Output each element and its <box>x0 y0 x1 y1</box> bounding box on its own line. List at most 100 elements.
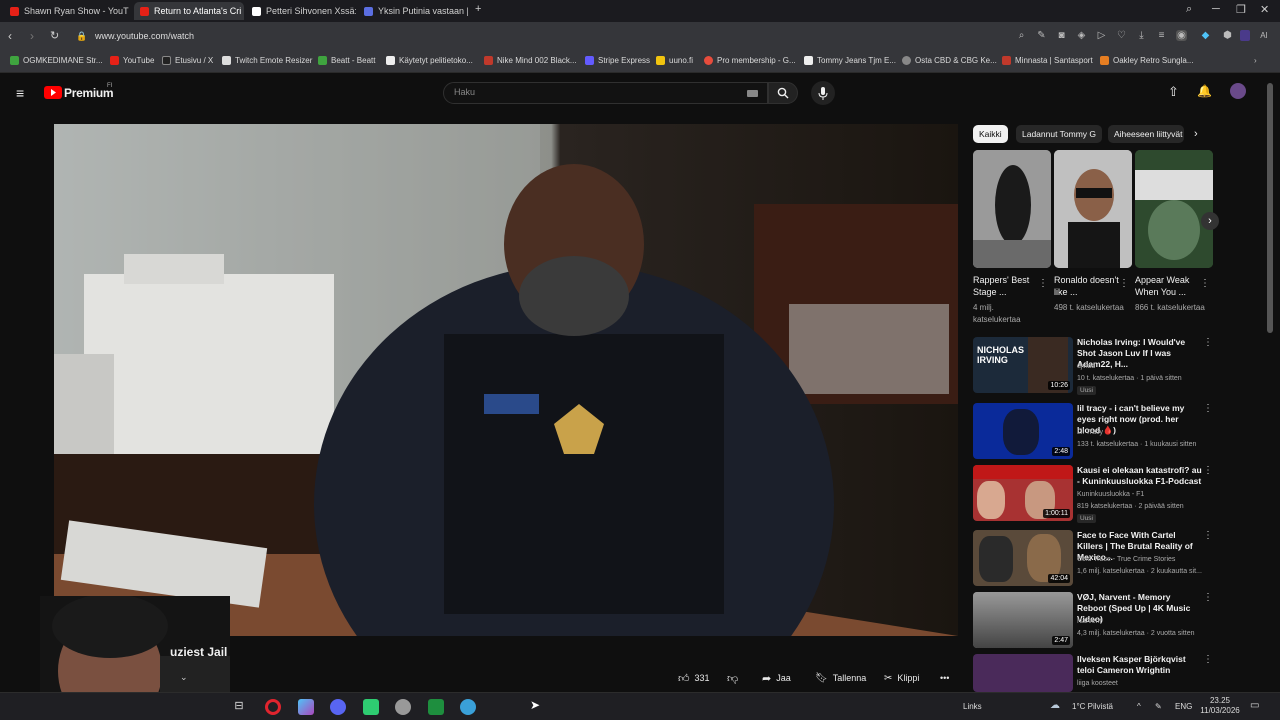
chip-uploader[interactable]: Ladannut Tommy G <box>1016 125 1103 143</box>
channel-name[interactable]: Cold Trace - True Crime Stories <box>1077 556 1175 563</box>
app-icon[interactable] <box>298 699 314 715</box>
bookmark-item[interactable]: OGMKEDIMANE Str... <box>10 56 103 65</box>
channel-name[interactable]: djvlad <box>1077 363 1095 370</box>
heart-icon[interactable]: ♡ <box>1116 30 1127 41</box>
bookmark-item[interactable]: YouTube <box>110 56 154 65</box>
bookmark-item[interactable]: Nike Mind 002 Black... <box>484 56 577 65</box>
links-toolbar[interactable]: Links <box>963 702 982 711</box>
short-title[interactable]: Rappers' Best Stage ... <box>973 274 1043 298</box>
hamburger-menu-icon[interactable]: ≡ <box>16 85 24 101</box>
camera-icon[interactable]: ◙ <box>1056 30 1067 41</box>
clip-button[interactable]: ✂ Klippi <box>884 668 919 688</box>
youtube-logo-icon[interactable] <box>44 86 62 99</box>
sidebar-icon[interactable] <box>1240 30 1250 41</box>
browser-tab[interactable]: Shawn Ryan Show - YouT <box>4 2 132 20</box>
channel-name[interactable]: Narvent <box>1077 618 1102 625</box>
short-menu-icon[interactable]: ⋮ <box>1200 278 1210 289</box>
clock[interactable]: 23.25 11/03/2026 <box>1200 696 1240 716</box>
minimize-icon[interactable]: ─ <box>1212 3 1220 15</box>
share-button[interactable]: ➦ Jaa <box>762 668 791 688</box>
store-icon[interactable] <box>428 699 444 715</box>
dislike-button[interactable]: 👎︎ <box>727 668 738 688</box>
chips-next-icon[interactable]: › <box>1194 128 1198 140</box>
shorts-next-icon[interactable]: › <box>1201 212 1219 230</box>
network-icon[interactable]: ✎ <box>1155 702 1162 711</box>
recommended-item[interactable]: 2:48 lil tracy - i can't believe my eyes… <box>973 403 1218 461</box>
bookmark-item[interactable]: Twitch Emote Resizer <box>222 56 312 65</box>
video-thumbnail[interactable] <box>973 654 1073 692</box>
item-menu-icon[interactable]: ⋮ <box>1203 530 1213 541</box>
item-menu-icon[interactable]: ⋮ <box>1203 465 1213 476</box>
item-menu-icon[interactable]: ⋮ <box>1203 403 1213 414</box>
bookmark-item[interactable]: Oakley Retro Sungla... <box>1100 56 1193 65</box>
weather-text[interactable]: 1°C Pilvistä <box>1072 702 1113 711</box>
edge-icon[interactable] <box>460 699 476 715</box>
browser-tab[interactable]: Yksin Putinia vastaan | Yle <box>358 2 468 20</box>
item-menu-icon[interactable]: ⋮ <box>1203 592 1213 603</box>
shield-icon[interactable]: ◈ <box>1076 30 1087 41</box>
new-tab-button[interactable]: + <box>475 3 481 15</box>
like-button[interactable]: 👍︎ 331 <box>678 668 710 688</box>
video-title[interactable]: Kausi ei olekaan katastrofi? au - Kunink… <box>1077 465 1202 487</box>
short-thumbnail[interactable] <box>1135 150 1213 268</box>
tray-overflow-icon[interactable]: ^ <box>1137 702 1141 711</box>
search-box[interactable]: Haku <box>443 82 768 104</box>
bookmark-item[interactable]: Stripe Express <box>585 56 650 65</box>
bookmark-item[interactable]: Käytetyt pelitietoko... <box>386 56 473 65</box>
lock-icon[interactable]: 🔒 <box>76 31 87 42</box>
recommended-item[interactable]: Ilveksen Kasper Björkqvist teloi Cameron… <box>973 654 1218 692</box>
search-button[interactable] <box>768 82 798 104</box>
search-tabs-icon[interactable]: ⌕ <box>1186 3 1192 16</box>
video-thumbnail[interactable]: 1:00:11 <box>973 465 1073 521</box>
short-thumbnail[interactable] <box>973 150 1051 268</box>
chip-related[interactable]: Aiheeseen liittyvät <box>1108 125 1184 143</box>
ai-icon[interactable]: AI <box>1255 30 1273 41</box>
short-title[interactable]: Ronaldo doesn't like ... <box>1054 274 1124 298</box>
bookmark-item[interactable]: Osta CBD & CBG Ke... <box>902 56 997 65</box>
extension-icon[interactable]: ◆ <box>1200 30 1211 41</box>
voice-search-button[interactable] <box>811 81 835 105</box>
bookmark-item[interactable]: Pro membership - G... <box>704 56 796 65</box>
more-bookmarks-icon[interactable]: › <box>1254 56 1257 65</box>
notifications-icon[interactable]: ▭ <box>1250 700 1259 711</box>
upload-icon[interactable]: ⇧ <box>1168 84 1179 100</box>
short-menu-icon[interactable]: ⋮ <box>1038 278 1048 289</box>
video-thumbnail[interactable]: 2:47 <box>973 592 1073 648</box>
short-menu-icon[interactable]: ⋮ <box>1119 278 1129 289</box>
channel-name[interactable]: Lil Tracy <box>1077 429 1103 436</box>
play-icon[interactable]: ▷ <box>1096 30 1107 41</box>
discord-icon[interactable] <box>330 699 346 715</box>
bookmark-item[interactable]: uuno.fi <box>656 56 693 65</box>
chip-all[interactable]: Kaikki <box>973 125 1008 143</box>
item-menu-icon[interactable]: ⋮ <box>1203 337 1213 348</box>
item-menu-icon[interactable]: ⋮ <box>1203 654 1213 665</box>
keyboard-icon[interactable] <box>747 90 758 97</box>
more-actions-button[interactable]: ••• <box>940 668 949 688</box>
reload-icon[interactable]: ↻ <box>50 29 59 42</box>
language-indicator[interactable]: ENG <box>1175 702 1192 711</box>
expand-chevron-icon[interactable]: ⌄ <box>180 672 188 683</box>
browser-tab[interactable]: Petteri Sihvonen Xssä: "N <box>246 2 356 20</box>
avatar[interactable] <box>1230 83 1246 99</box>
save-button[interactable]: 🔖︎ Tallenna <box>815 668 866 688</box>
browser-tab-active[interactable]: Return to Atlanta's Cri <box>134 2 244 20</box>
maximize-icon[interactable]: ❐ <box>1236 3 1246 16</box>
bookmark-item[interactable]: Etusivu / X <box>162 56 213 65</box>
back-icon[interactable]: ‹ <box>8 29 12 43</box>
recommended-item[interactable]: NICHOLAS IRVING 10:26 Nicholas Irving: I … <box>973 337 1218 395</box>
download-icon[interactable]: ⤓ <box>1136 30 1147 41</box>
page-scrollbar[interactable] <box>1267 83 1273 333</box>
search-icon[interactable]: ⌕ <box>1016 30 1027 41</box>
video-player[interactable] <box>54 124 958 636</box>
recommended-item[interactable]: 2:47 VØJ, Narvent - Memory Reboot (Sped … <box>973 592 1218 650</box>
profile-icon[interactable]: ◉ <box>1176 30 1187 41</box>
opera-icon[interactable] <box>265 699 281 715</box>
notifications-bell-icon[interactable]: 🔔 <box>1197 84 1212 98</box>
channel-name[interactable]: Kuninkuusluokka - F1 <box>1077 491 1144 498</box>
close-window-icon[interactable]: ✕ <box>1260 3 1269 16</box>
channel-name[interactable]: liiga koosteet <box>1077 680 1118 687</box>
short-thumbnail[interactable] <box>1054 150 1132 268</box>
forward-icon[interactable]: › <box>30 29 34 43</box>
task-view-icon[interactable]: ⊟ <box>231 699 247 715</box>
recommended-item[interactable]: 42:04 Face to Face With Cartel Killers |… <box>973 530 1218 588</box>
